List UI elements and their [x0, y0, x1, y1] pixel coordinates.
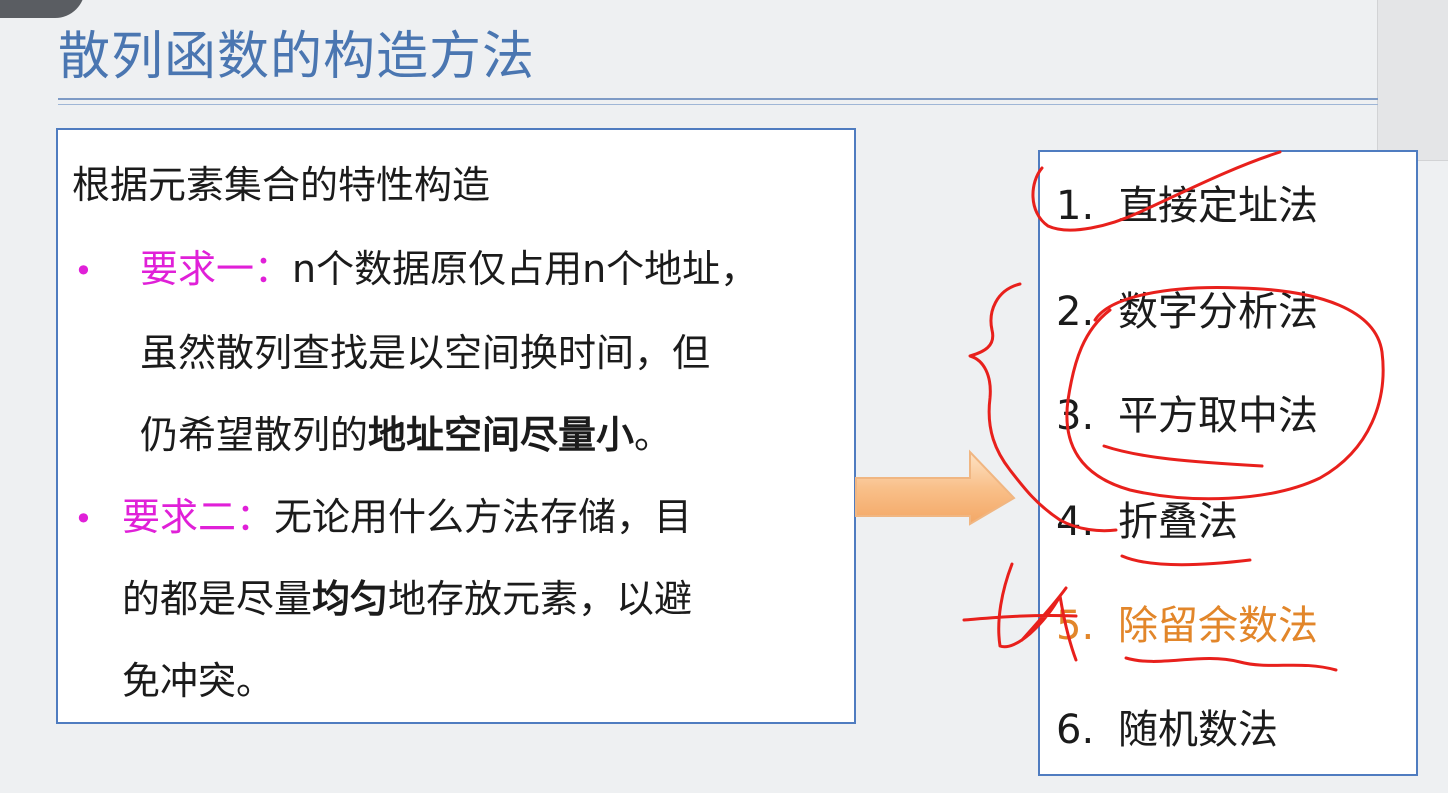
requirement-2-line-2: 的都是尽量均匀地存放元素，以避: [122, 576, 692, 622]
method-number: 3.: [1056, 393, 1095, 439]
requirement-1-text-1: n个数据原仅占用n个地址，: [292, 247, 759, 291]
method-item-2: 2. 数字分析法: [1056, 288, 1318, 336]
window-corner-tab: [0, 0, 85, 18]
side-panel: [1377, 0, 1448, 161]
method-label: 折叠法: [1118, 499, 1238, 545]
method-number: 6.: [1056, 707, 1095, 753]
requirement-1-line-3: 仍希望散列的地址空间尽量小。: [140, 412, 672, 458]
bullet-1: •: [74, 252, 93, 290]
requirement-2-text-1: 无论用什么方法存储，目: [274, 495, 693, 539]
method-item-5: 5. 除留余数法: [1056, 602, 1318, 650]
requirement-1-end: 。: [634, 413, 673, 457]
method-label: 直接定址法: [1118, 183, 1318, 229]
requirement-2-text-2b: 地存放元素，以避: [388, 577, 693, 621]
requirement-2-line-3: 免冲突。: [122, 659, 275, 703]
method-label: 除留余数法: [1118, 603, 1318, 649]
method-item-4: 4. 折叠法: [1056, 498, 1238, 546]
requirement-1-line-1: 要求一：n个数据原仅占用n个地址，: [140, 246, 758, 292]
right-arrow-icon: [855, 449, 1016, 526]
methods-box: 1. 直接定址法 2. 数字分析法 3. 平方取中法 4. 折叠法 5. 除留余数法 6.…: [1038, 150, 1418, 776]
title-divider: [58, 98, 1378, 100]
method-number: 5.: [1056, 603, 1095, 649]
requirement-1-text-3: 仍希望散列的: [140, 413, 369, 457]
requirement-2-emphasis: 均匀: [312, 577, 389, 621]
method-label: 数字分析法: [1118, 289, 1318, 335]
method-item-1: 1. 直接定址法: [1056, 182, 1318, 230]
requirement-1-label: 要求一：: [140, 247, 293, 291]
title-divider-thin: [58, 104, 1378, 105]
requirements-box: 根据元素集合的特性构造 • 要求一：n个数据原仅占用n个地址， 虽然散列查找是以…: [56, 128, 856, 724]
slide-title: 散列函数的构造方法: [58, 27, 536, 87]
method-number: 1.: [1056, 183, 1095, 229]
requirement-1-emphasis: 地址空间尽量小: [368, 413, 635, 457]
requirement-2-label: 要求二：: [122, 495, 275, 539]
bullet-2: •: [74, 500, 93, 538]
requirements-heading: 根据元素集合的特性构造: [72, 163, 491, 207]
method-label: 平方取中法: [1118, 393, 1318, 439]
requirement-2-line-1: 要求二：无论用什么方法存储，目: [122, 494, 692, 540]
method-item-3: 3. 平方取中法: [1056, 392, 1318, 440]
requirement-1-line-2: 虽然散列查找是以空间换时间，但: [140, 331, 711, 375]
method-label: 随机数法: [1118, 707, 1278, 753]
method-number: 4.: [1056, 499, 1095, 545]
method-number: 2.: [1056, 289, 1095, 335]
method-item-6: 6. 随机数法: [1056, 706, 1278, 754]
requirement-2-text-2a: 的都是尽量: [122, 577, 313, 621]
